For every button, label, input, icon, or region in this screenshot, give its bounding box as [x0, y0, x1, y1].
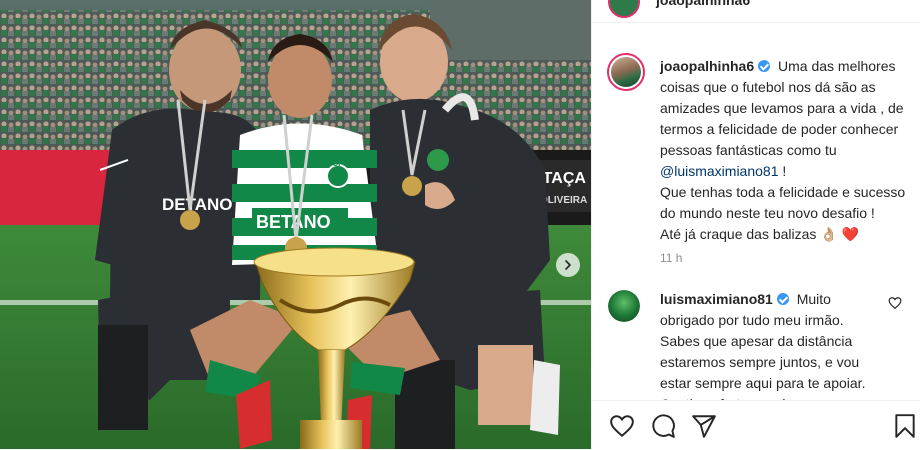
comment-body: Muito obrigado por tudo meu irmão. Sabes… — [660, 291, 866, 400]
comment-avatar[interactable] — [608, 290, 640, 322]
comments-section[interactable]: joaopalhinha6 Uma das melhores coisas qu… — [592, 38, 920, 400]
comment-verified-badge-icon — [776, 293, 789, 305]
chevron-right-icon — [565, 260, 571, 270]
instagram-post: PTAÇA OLIVEIRA DETANO BETANO SCP joaopal… — [0, 0, 920, 449]
post-actions-bar — [592, 400, 920, 450]
header-avatar[interactable] — [608, 0, 640, 18]
bookmark-icon[interactable] — [892, 413, 918, 439]
comment-username[interactable]: luismaximiano81 — [660, 291, 773, 307]
post-photo[interactable]: PTAÇA OLIVEIRA DETANO BETANO SCP — [0, 0, 591, 449]
caption-line-2: Que tenhas toda a felicidade e sucesso d… — [660, 184, 906, 221]
like-heart-icon[interactable] — [609, 413, 635, 439]
photo-illustration: PTAÇA OLIVEIRA DETANO BETANO SCP — [0, 0, 591, 449]
header-username[interactable]: joaopalhinha6 — [656, 0, 750, 8]
comment-like-heart-icon[interactable] — [888, 296, 902, 310]
comment-icon[interactable] — [650, 413, 676, 439]
caption-avatar-image — [611, 57, 641, 87]
caption-avatar[interactable] — [607, 53, 645, 91]
caption-username[interactable]: joaopalhinha6 — [660, 58, 754, 74]
caption-text: joaopalhinha6 Uma das melhores coisas qu… — [660, 56, 910, 245]
caption-mention[interactable]: @luismaximiano81 — [660, 163, 778, 179]
comment-avatar-image — [608, 290, 640, 322]
left-shirt-sponsor: DETANO — [162, 195, 233, 214]
next-photo-button[interactable] — [556, 253, 580, 277]
share-icon[interactable] — [691, 413, 717, 439]
post-side-panel: joaopalhinha6 joaopalhinha6 Uma das melh… — [591, 0, 920, 449]
verified-badge-icon — [758, 60, 771, 72]
comment-text: luismaximiano81 Muito obrigado por tudo … — [660, 289, 880, 400]
post-header: joaopalhinha6 — [592, 0, 920, 23]
banner-text-2: OLIVEIRA — [540, 195, 587, 206]
club-crest-text: SCP — [327, 159, 344, 168]
caption-mention-suffix: ! — [778, 163, 787, 179]
caption-line-3: Até já craque das balizas 👌🏼 ❤️ — [660, 226, 860, 242]
caption-timestamp[interactable]: 11 h — [660, 251, 682, 265]
